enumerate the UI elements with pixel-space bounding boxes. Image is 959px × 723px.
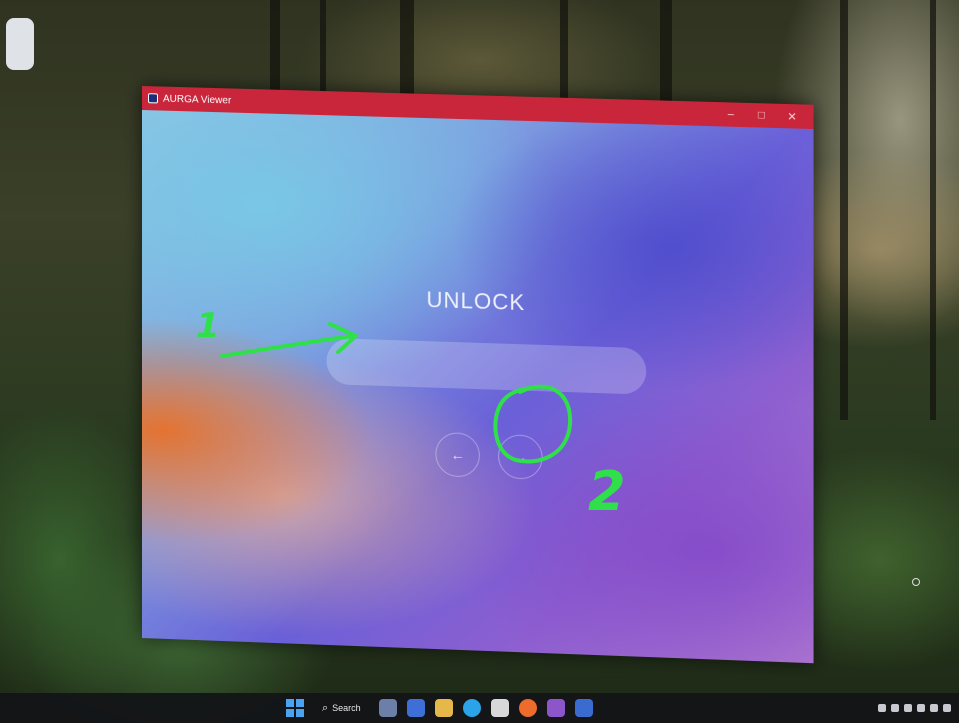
password-input[interactable] [326, 337, 647, 395]
tree-trunk [840, 0, 848, 420]
app-icon[interactable] [546, 699, 565, 717]
store-icon[interactable] [490, 699, 509, 717]
tray-icon[interactable] [943, 704, 951, 712]
app-logo-icon [147, 93, 158, 104]
tray-icon[interactable] [904, 704, 912, 712]
tray-icon[interactable] [891, 704, 899, 712]
tray-icon[interactable] [930, 704, 938, 712]
system-tray [878, 704, 951, 712]
close-button[interactable]: ✕ [777, 104, 808, 129]
next-button[interactable]: → [498, 434, 543, 480]
unlock-screen: UNLOCK ← → [142, 110, 814, 664]
window-controls: – □ ✕ [715, 102, 807, 129]
taskbar: ⌕ Search [0, 693, 959, 723]
file-explorer-icon[interactable] [434, 699, 453, 717]
task-view-icon[interactable] [378, 699, 397, 717]
mouse-cursor [912, 578, 920, 586]
window-title: AURGA Viewer [163, 93, 232, 107]
desktop-shortcut-icon[interactable] [6, 18, 34, 70]
back-button[interactable]: ← [435, 431, 480, 478]
unlock-heading: UNLOCK [426, 286, 526, 316]
aurga-viewer-window: AURGA Viewer – □ ✕ UNLOCK ← → [142, 86, 814, 664]
tray-icon[interactable] [917, 704, 925, 712]
search-icon: ⌕ [322, 701, 329, 714]
annotation-step-2: 2 [588, 460, 626, 523]
firefox-icon[interactable] [518, 699, 537, 717]
search-label: Search [332, 703, 361, 713]
arrow-right-icon: → [513, 448, 528, 466]
taskbar-apps: ⌕ Search [286, 699, 593, 717]
taskbar-search[interactable]: ⌕ Search [314, 702, 369, 715]
minimize-button[interactable]: – [715, 102, 746, 127]
app-icon[interactable] [406, 699, 425, 717]
aurga-viewer-taskbar-icon[interactable] [574, 699, 593, 717]
tree-trunk [930, 0, 936, 420]
tray-icon[interactable] [878, 704, 886, 712]
annotation-step-1: 1 [196, 306, 220, 346]
arrow-left-icon: ← [450, 446, 465, 464]
start-icon[interactable] [286, 699, 304, 717]
edge-browser-icon[interactable] [462, 699, 481, 717]
maximize-button[interactable]: □ [746, 103, 777, 128]
